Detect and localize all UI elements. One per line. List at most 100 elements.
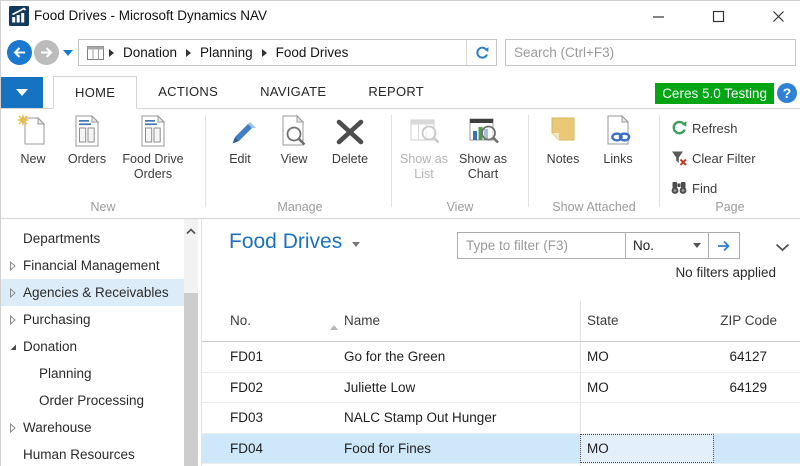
tab-home[interactable]: HOME [53,76,137,109]
sidebar-item-purchasing[interactable]: Purchasing [1,306,184,333]
chevron-down-icon [693,243,701,248]
maximize-button[interactable] [698,1,738,31]
search-input[interactable] [506,40,795,65]
ribbon-separator [205,115,206,207]
expander-collapsed-icon[interactable] [8,423,18,433]
notes-button[interactable]: Notes [534,109,592,167]
cell-no: FD03 [230,403,263,432]
list-page: Food Drives No. No f [201,219,800,466]
tab-navigate[interactable]: NAVIGATE [239,76,347,109]
cell-name: Food for Fines [344,434,431,463]
ribbon-group-label: New [7,200,199,214]
cell-no: FD02 [230,373,263,402]
new-button[interactable]: New [7,109,59,167]
navigation-bar: Donation Planning Food Drives [1,31,800,76]
view-button[interactable]: View [267,109,321,167]
scroll-up-icon[interactable] [184,219,198,243]
table-row[interactable]: FD02 Juliette Low MO 64129 [202,373,800,404]
tab-actions[interactable]: ACTIONS [137,76,239,109]
sidebar-scrollbar[interactable] [184,219,198,466]
sidebar-item-departments[interactable]: Departments [1,225,184,252]
column-header-no[interactable]: No. [230,313,251,328]
expander-collapsed-icon[interactable] [8,261,18,271]
forward-button[interactable] [34,40,59,65]
refresh-page-icon[interactable] [466,40,496,65]
close-button[interactable] [758,1,798,31]
grid-icon [87,46,104,60]
breadcrumb-item-food-drives[interactable]: Food Drives [276,45,349,60]
show-list-icon [408,114,440,150]
tab-report[interactable]: REPORT [347,76,445,109]
ribbon: New Orders [1,109,800,219]
button-label: Find [692,181,717,196]
edit-button[interactable]: Edit [213,109,267,167]
delete-button[interactable]: Delete [321,109,379,167]
dynamics-nav-app-icon [9,6,29,26]
view-document-icon [279,114,309,150]
breadcrumb-item-planning[interactable]: Planning [200,45,253,60]
ribbon-tab-row: HOME ACTIONS NAVIGATE REPORT Ceres 5.0 T… [1,76,800,109]
help-icon[interactable]: ? [777,83,797,103]
expander-collapsed-icon[interactable] [8,315,18,325]
ribbon-group-label: Manage [213,200,387,214]
table-header: No. Name State ZIP Code [202,301,800,342]
table-row[interactable]: FD01 Go for the Green MO 64127 [202,342,800,373]
breadcrumb-item-donation[interactable]: Donation [123,45,177,60]
filter-column-dropdown[interactable]: No. [626,233,708,258]
cell-name: NALC Stamp Out Hunger [344,403,496,432]
search-box [505,39,796,66]
chevron-down-icon [352,242,360,247]
minimize-button[interactable] [638,1,678,31]
find-binoculars-icon [671,180,687,196]
show-as-chart-button[interactable]: Show as Chart [451,109,515,181]
cell-zip: 64127 [729,342,767,371]
table-row[interactable]: FD03 NALC Stamp Out Hunger [202,403,800,434]
title-bar: Food Drives - Microsoft Dynamics NAV [1,1,800,31]
sidebar-item-order-processing[interactable]: Order Processing [1,387,184,414]
clear-filter-button[interactable]: Clear Filter [671,147,756,169]
sidebar-item-human-resources[interactable]: Human Resources [1,441,184,466]
column-header-name[interactable]: Name [344,313,380,328]
column-header-state[interactable]: State [587,313,619,328]
new-document-icon [17,114,49,150]
back-button[interactable] [7,40,32,65]
expander-collapsed-icon[interactable] [8,288,18,298]
sidebar-item-financial-management[interactable]: Financial Management [1,252,184,279]
content-area: Departments Financial Management Agencie… [1,219,800,466]
breadcrumb-arrow-icon [262,49,267,57]
sidebar-item-donation[interactable]: Donation [1,333,184,360]
button-label: Show as Chart [451,152,515,181]
ribbon-separator [659,115,660,207]
sidebar-item-warehouse[interactable]: Warehouse [1,414,184,441]
column-header-zip[interactable]: ZIP Code [720,313,777,328]
find-button[interactable]: Find [671,177,717,199]
ribbon-group-label: Show Attached [534,200,654,214]
pencil-icon [224,114,256,150]
orders-button[interactable]: Orders [59,109,115,167]
orders-icon [139,114,167,150]
button-label: Edit [229,152,251,167]
delete-x-icon [335,114,365,150]
application-menu-button[interactable] [1,77,43,108]
filter-input[interactable] [458,233,625,258]
refresh-button[interactable]: Refresh [671,117,738,139]
apply-filter-button[interactable] [709,233,739,258]
history-dropdown-icon[interactable] [63,50,73,56]
links-button[interactable]: Links [592,109,644,167]
expander-expanded-icon[interactable] [8,342,18,352]
page-title[interactable]: Food Drives [229,230,360,254]
cell-no: FD04 [230,434,263,463]
cell-state-focused[interactable]: MO [580,434,714,464]
button-label: Food Drive Orders [115,152,191,181]
collapse-filter-pane-icon[interactable] [775,239,790,257]
food-drive-orders-button[interactable]: Food Drive Orders [115,109,191,181]
scrollbar-thumb[interactable] [184,293,198,466]
button-label: View [281,152,308,167]
links-icon [603,114,633,150]
sidebar-item-agencies-receivables[interactable]: Agencies & Receivables [1,279,184,306]
sidebar-item-planning[interactable]: Planning [1,360,184,387]
ribbon-separator [528,115,529,207]
ribbon-separator [391,115,392,207]
breadcrumb[interactable]: Donation Planning Food Drives [78,39,497,66]
table-row-selected[interactable]: FD04 Food for Fines MO [202,434,800,465]
